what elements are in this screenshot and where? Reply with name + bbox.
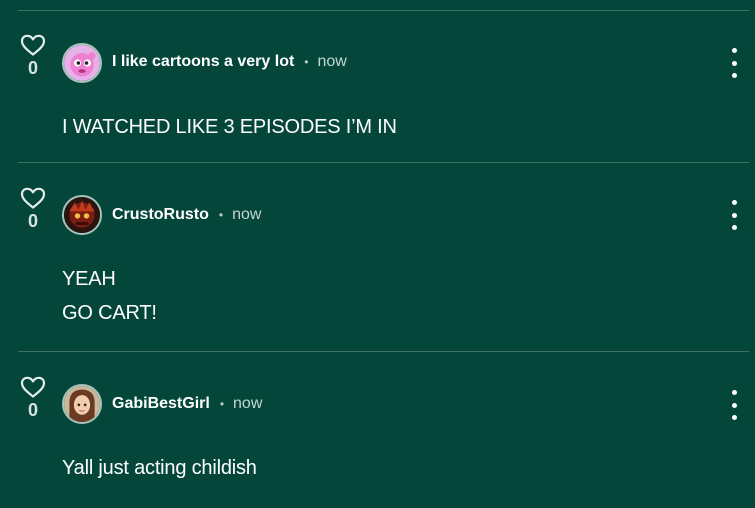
divider — [18, 351, 749, 352]
like-count: 0 — [27, 400, 38, 420]
comment-meta: I like cartoons a very lot • now — [112, 53, 347, 71]
divider — [18, 10, 749, 11]
timestamp: now — [233, 395, 263, 412]
like-count: 0 — [27, 58, 38, 78]
more-options-icon[interactable] — [727, 390, 741, 420]
username[interactable]: I like cartoons a very lot — [112, 53, 294, 71]
heart-icon[interactable] — [20, 187, 46, 209]
timestamp: now — [317, 53, 347, 70]
avatar[interactable] — [62, 195, 102, 235]
heart-icon[interactable] — [20, 34, 46, 56]
comment-line: Yall just acting childish — [62, 457, 257, 479]
avatar[interactable] — [62, 43, 102, 83]
like-section: 0 — [19, 34, 47, 78]
heart-icon[interactable] — [20, 376, 46, 398]
comment-line: YEAH — [62, 268, 116, 290]
timestamp: now — [232, 206, 262, 223]
separator-dot: • — [219, 397, 225, 411]
divider — [18, 162, 749, 163]
comment-body: I WATCHED LIKE 3 EPISODES I’M IN — [62, 110, 397, 144]
username[interactable]: CrustoRusto — [112, 206, 209, 224]
like-count: 0 — [27, 211, 38, 231]
avatar[interactable] — [62, 384, 102, 424]
dark-red-character-avatar — [64, 197, 100, 233]
comment-line: GO CART! — [62, 302, 157, 324]
pink-cartoon-character-avatar — [64, 45, 100, 81]
comment-body: YEAH GO CART! — [62, 262, 157, 330]
comment-line: I WATCHED LIKE 3 EPISODES I’M IN — [62, 116, 397, 138]
comment-meta: CrustoRusto • now — [112, 206, 261, 224]
more-options-icon[interactable] — [727, 200, 741, 230]
username[interactable]: GabiBestGirl — [112, 395, 210, 413]
like-section: 0 — [19, 187, 47, 231]
separator-dot: • — [218, 208, 224, 222]
anime-girl-avatar — [64, 386, 100, 422]
comment-meta: GabiBestGirl • now — [112, 395, 262, 413]
more-options-icon[interactable] — [727, 48, 741, 78]
comment-body: Yall just acting childish — [62, 451, 257, 485]
like-section: 0 — [19, 376, 47, 420]
separator-dot: • — [304, 55, 309, 69]
